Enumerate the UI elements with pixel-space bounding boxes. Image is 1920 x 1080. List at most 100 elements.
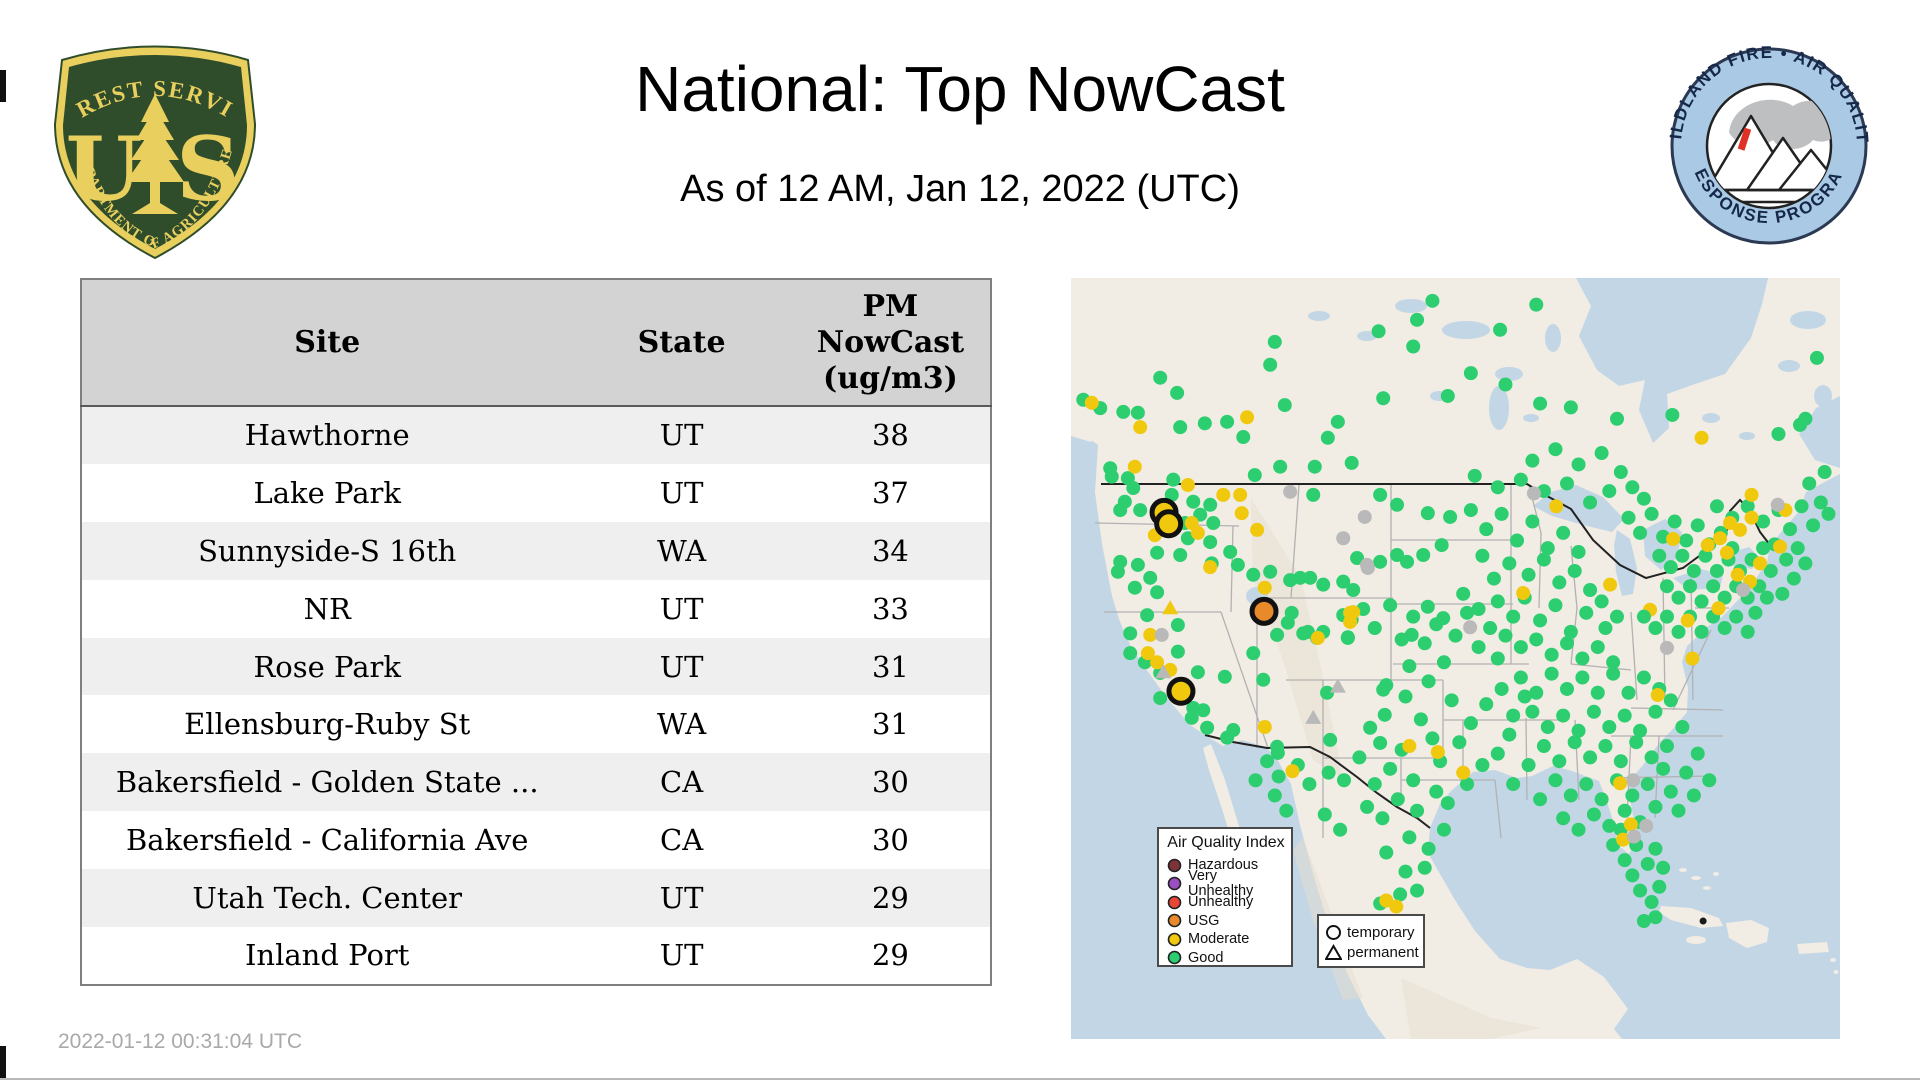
monitor-dot [1648, 910, 1662, 924]
monitor-dot [1610, 610, 1624, 624]
report-page: FOREST SERVICE U S DEPARTMENT OF AGRICUL… [0, 0, 1920, 1080]
monitor-dot [1527, 486, 1541, 500]
monitor-dot [1625, 480, 1639, 494]
monitor-dot [1556, 526, 1570, 540]
monitor-dot [1410, 313, 1424, 327]
monitor-dot [1223, 545, 1237, 559]
top-nowcast-table: Site State PM NowCast (ug/m3) Hawthorne … [80, 278, 992, 986]
monitor-dot [1639, 819, 1653, 833]
value-cell: 31 [791, 638, 991, 696]
monitor-dot [1166, 473, 1180, 487]
monitor-dot [1246, 646, 1260, 660]
monitor-dot [1602, 720, 1616, 734]
monitor-dot [1483, 621, 1497, 635]
monitor-dot [1498, 629, 1512, 643]
monitor-dot [1525, 515, 1539, 529]
monitor-dot [1379, 846, 1393, 860]
monitor-dot [1591, 686, 1605, 700]
monitor-dot [1368, 621, 1382, 635]
monitor-dot [1645, 895, 1659, 909]
table-row: NR UT 33 [81, 580, 991, 638]
monitor-dot [1233, 488, 1247, 502]
aqi-legend-title: Air Quality Index [1167, 834, 1285, 852]
monitor-dot [1648, 842, 1662, 856]
monitor-dot [1506, 709, 1520, 723]
monitor-dot [1479, 697, 1493, 711]
monitor-dot [1258, 720, 1272, 734]
value-cell: 29 [791, 927, 991, 985]
table-row: Ellensburg-Ruby St WA 31 [81, 695, 991, 753]
monitor-dot [1683, 579, 1697, 593]
monitor-dot [1283, 485, 1297, 499]
monitor-dot [1140, 608, 1154, 622]
monitor-dot [1260, 754, 1274, 768]
monitor-dot [1216, 488, 1230, 502]
monitor-dot [1153, 691, 1167, 705]
very-unhealthy-swatch-icon [1167, 876, 1182, 891]
monitor-dot [1383, 598, 1397, 612]
monitor-dot [1306, 488, 1320, 502]
value-cell: 30 [791, 753, 991, 811]
monitor-dot [1626, 773, 1640, 787]
site-cell: Utah Tech. Center [81, 869, 572, 927]
moderate-swatch-icon [1167, 932, 1182, 947]
monitor-dot [1560, 476, 1574, 490]
monitor-dot [1664, 693, 1678, 707]
monitor-dot [1346, 583, 1360, 597]
value-cell: 30 [791, 811, 991, 869]
column-header-pm-nowcast: PM NowCast (ug/m3) [791, 279, 991, 406]
monitor-dot [1368, 777, 1382, 791]
monitor-dot [1695, 625, 1709, 639]
monitor-dot [1603, 578, 1617, 592]
monitor-dot [1373, 736, 1387, 750]
monitor-dot [1652, 549, 1666, 563]
monitor-dot [1173, 420, 1187, 434]
monitor-dot [1568, 735, 1582, 749]
monitor-dot [1548, 442, 1562, 456]
monitor-dot [1679, 766, 1693, 780]
monitor-dot [1302, 777, 1316, 791]
monitor-dot [1449, 629, 1463, 643]
monitor-dot [1625, 868, 1639, 882]
monitor-dot [1633, 526, 1647, 540]
monitor-dot [1556, 709, 1570, 723]
monitor-dot [1529, 632, 1543, 646]
monitor-dot [1472, 602, 1486, 616]
monitor-dot [1814, 495, 1828, 509]
monitor-dot [1795, 499, 1809, 513]
monitor-dot [1406, 610, 1420, 624]
monitor-dot [1516, 586, 1530, 600]
monitor-dot [1421, 506, 1435, 520]
hazardous-swatch-icon [1167, 858, 1182, 873]
monitor-dot [1572, 545, 1586, 559]
monitor-dot [1568, 564, 1582, 578]
monitor-dot [1665, 408, 1679, 422]
monitor-dot [1390, 498, 1404, 512]
monitor-dot [1321, 431, 1335, 445]
state-cell: CA [572, 811, 790, 869]
monitor-dot [1191, 665, 1205, 679]
monitor-dot [1587, 808, 1601, 822]
monitor-dot [1741, 625, 1755, 639]
monitor-dot [1414, 712, 1428, 726]
monitor-dot [1549, 499, 1563, 513]
monitor-dot [1711, 601, 1725, 615]
monitor-dot [1181, 478, 1195, 492]
table-row: Utah Tech. Center UT 29 [81, 869, 991, 927]
monitor-dot [1375, 811, 1389, 825]
monitor-dot [1614, 465, 1628, 479]
monitor-dot [1583, 583, 1597, 597]
monitor-dot [1383, 762, 1397, 776]
monitor-dot [1402, 659, 1416, 673]
monitor-dot [1131, 406, 1145, 420]
monitor-dot [1400, 555, 1414, 569]
monitor-dot [1186, 495, 1200, 509]
monitor-dot [1598, 739, 1612, 753]
monitor-dot [1431, 745, 1445, 759]
monitor-dot [1171, 645, 1185, 659]
monitor-dot [1514, 473, 1528, 487]
state-cell: UT [572, 869, 790, 927]
state-cell: UT [572, 580, 790, 638]
monitor-dot [1656, 762, 1670, 776]
monitor-dot [1331, 415, 1345, 429]
